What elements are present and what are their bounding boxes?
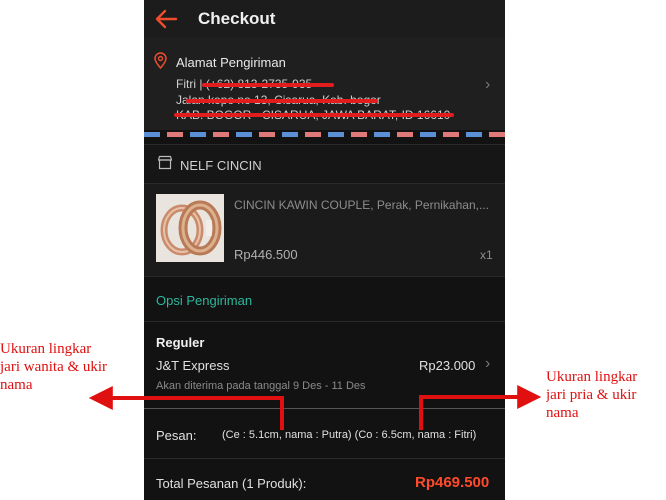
shipping-options-label: Opsi Pengiriman xyxy=(156,293,253,308)
chevron-right-icon: › xyxy=(485,76,491,93)
product-item[interactable]: CINCIN KAWIN COUPLE, Perak, Pernikahan,.… xyxy=(144,184,505,276)
product-name: CINCIN KAWIN COUPLE, Perak, Pernikahan,.… xyxy=(234,198,489,212)
shop-name: NELF CINCIN xyxy=(180,158,262,173)
divider xyxy=(144,408,505,409)
shipping-price: Rp23.000 xyxy=(419,358,476,373)
order-total-value: Rp469.500 xyxy=(415,474,490,491)
back-arrow-icon[interactable] xyxy=(153,6,179,32)
checkout-screen: Checkout Alamat Pengiriman Fitri | (+62)… xyxy=(144,0,505,500)
delivery-estimate: Akan diterima pada tanggal 9 Des - 11 De… xyxy=(156,380,366,392)
message-value[interactable]: (Ce : 5.1cm, nama : Putra) (Co : 6.5cm, … xyxy=(222,429,476,441)
divider xyxy=(144,458,505,459)
redaction-mark xyxy=(174,113,454,117)
store-icon xyxy=(157,155,173,170)
divider xyxy=(144,276,505,277)
location-pin-icon xyxy=(154,52,167,69)
order-total-label: Total Pesanan (1 Produk): xyxy=(156,476,307,491)
product-quantity: x1 xyxy=(480,248,493,262)
redaction-mark xyxy=(202,83,334,87)
chevron-right-icon: › xyxy=(485,355,491,372)
shop-row[interactable]: NELF CINCIN xyxy=(144,145,505,183)
courier-name: J&T Express xyxy=(156,358,230,373)
annotation-right: Ukuran lingkar jari pria & ukir nama xyxy=(546,369,638,421)
product-image xyxy=(156,194,224,262)
message-label: Pesan: xyxy=(156,428,197,443)
address-envelope-stripe xyxy=(144,132,505,137)
shipping-service: Reguler xyxy=(156,335,205,350)
app-header: Checkout xyxy=(144,0,505,38)
address-title: Alamat Pengiriman xyxy=(176,55,286,70)
divider xyxy=(144,321,505,322)
product-price: Rp446.500 xyxy=(234,247,298,262)
page-title: Checkout xyxy=(198,9,276,28)
annotation-left: Ukuran lingkar jari wanita & ukir nama xyxy=(0,341,108,393)
redaction-mark xyxy=(186,99,378,103)
shipping-address-card[interactable]: Alamat Pengiriman Fitri | (+62) 813-2735… xyxy=(144,38,505,130)
